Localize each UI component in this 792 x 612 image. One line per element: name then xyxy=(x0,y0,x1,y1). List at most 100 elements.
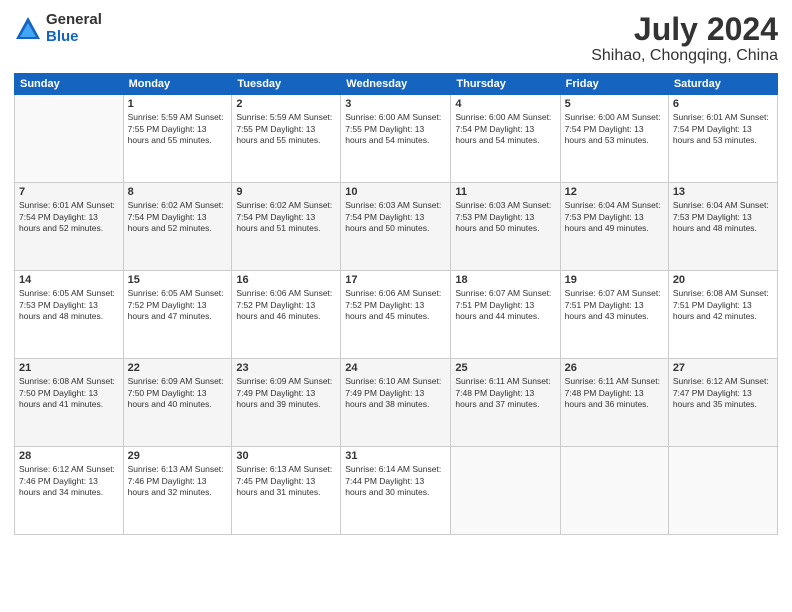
col-saturday: Saturday xyxy=(668,74,777,95)
calendar-cell: 3 Sunrise: 6:00 AM Sunset: 7:55 PM Daylig… xyxy=(341,95,451,183)
col-tuesday: Tuesday xyxy=(232,74,341,95)
day-info: Sunrise: 6:07 AM Sunset: 7:51 PM Dayligh… xyxy=(455,288,555,322)
month-year-title: July 2024 xyxy=(591,12,778,47)
day-number: 31 xyxy=(345,450,446,462)
day-number: 16 xyxy=(236,274,336,286)
day-info: Sunrise: 6:11 AM Sunset: 7:48 PM Dayligh… xyxy=(565,376,664,410)
day-info: Sunrise: 5:59 AM Sunset: 7:55 PM Dayligh… xyxy=(236,112,336,146)
calendar-cell xyxy=(668,447,777,535)
calendar-week-row: 21 Sunrise: 6:08 AM Sunset: 7:50 PM Dayli… xyxy=(15,359,778,447)
calendar-cell xyxy=(15,95,124,183)
day-info: Sunrise: 6:00 AM Sunset: 7:54 PM Dayligh… xyxy=(455,112,555,146)
calendar-cell: 24Sunrise: 6:10 AM Sunset: 7:49 PM Dayli… xyxy=(341,359,451,447)
day-number: 10 xyxy=(345,186,446,198)
page: General Blue July 2024 Shihao, Chongqing… xyxy=(0,0,792,612)
day-info: Sunrise: 6:08 AM Sunset: 7:50 PM Dayligh… xyxy=(19,376,119,410)
day-number: 26 xyxy=(565,362,664,374)
day-info: Sunrise: 5:59 AM Sunset: 7:55 PM Dayligh… xyxy=(128,112,228,146)
day-info: Sunrise: 6:12 AM Sunset: 7:47 PM Dayligh… xyxy=(673,376,773,410)
day-info: Sunrise: 6:11 AM Sunset: 7:48 PM Dayligh… xyxy=(455,376,555,410)
day-number: 12 xyxy=(565,186,664,198)
day-info: Sunrise: 6:09 AM Sunset: 7:50 PM Dayligh… xyxy=(128,376,228,410)
day-number: 17 xyxy=(345,274,446,286)
calendar-cell: 9 Sunrise: 6:02 AM Sunset: 7:54 PM Daylig… xyxy=(232,183,341,271)
day-info: Sunrise: 6:06 AM Sunset: 7:52 PM Dayligh… xyxy=(236,288,336,322)
calendar-cell: 6Sunrise: 6:01 AM Sunset: 7:54 PM Daylig… xyxy=(668,95,777,183)
calendar-cell: 27 Sunrise: 6:12 AM Sunset: 7:47 PM Dayli… xyxy=(668,359,777,447)
day-info: Sunrise: 6:07 AM Sunset: 7:51 PM Dayligh… xyxy=(565,288,664,322)
day-info: Sunrise: 6:05 AM Sunset: 7:52 PM Dayligh… xyxy=(128,288,228,322)
day-number: 9 xyxy=(236,186,336,198)
day-info: Sunrise: 6:00 AM Sunset: 7:55 PM Dayligh… xyxy=(345,112,446,146)
logo-text: General Blue xyxy=(46,12,102,45)
day-number: 25 xyxy=(455,362,555,374)
calendar-cell: 30 Sunrise: 6:13 AM Sunset: 7:45 PM Dayli… xyxy=(232,447,341,535)
calendar-cell: 12 Sunrise: 6:04 AM Sunset: 7:53 PM Dayli… xyxy=(560,183,668,271)
day-number: 21 xyxy=(19,362,119,374)
day-info: Sunrise: 6:01 AM Sunset: 7:54 PM Dayligh… xyxy=(19,200,119,234)
day-info: Sunrise: 6:05 AM Sunset: 7:53 PM Dayligh… xyxy=(19,288,119,322)
calendar-cell: 17 Sunrise: 6:06 AM Sunset: 7:52 PM Dayli… xyxy=(341,271,451,359)
day-info: Sunrise: 6:04 AM Sunset: 7:53 PM Dayligh… xyxy=(565,200,664,234)
calendar-cell xyxy=(451,447,560,535)
calendar-cell: 1 Sunrise: 5:59 AM Sunset: 7:55 PM Daylig… xyxy=(123,95,232,183)
day-info: Sunrise: 6:13 AM Sunset: 7:46 PM Dayligh… xyxy=(128,464,228,498)
calendar-cell: 19 Sunrise: 6:07 AM Sunset: 7:51 PM Dayli… xyxy=(560,271,668,359)
day-number: 19 xyxy=(565,274,664,286)
day-info: Sunrise: 6:03 AM Sunset: 7:54 PM Dayligh… xyxy=(345,200,446,234)
day-number: 28 xyxy=(19,450,119,462)
day-number: 13 xyxy=(673,186,773,198)
calendar-cell: 14 Sunrise: 6:05 AM Sunset: 7:53 PM Dayli… xyxy=(15,271,124,359)
calendar-cell: 8Sunrise: 6:02 AM Sunset: 7:54 PM Daylig… xyxy=(123,183,232,271)
calendar-cell: 21 Sunrise: 6:08 AM Sunset: 7:50 PM Dayli… xyxy=(15,359,124,447)
calendar-cell: 20 Sunrise: 6:08 AM Sunset: 7:51 PM Dayli… xyxy=(668,271,777,359)
calendar-cell: 25 Sunrise: 6:11 AM Sunset: 7:48 PM Dayli… xyxy=(451,359,560,447)
calendar-cell: 13 Sunrise: 6:04 AM Sunset: 7:53 PM Dayli… xyxy=(668,183,777,271)
logo-icon xyxy=(14,15,42,43)
day-number: 11 xyxy=(455,186,555,198)
day-number: 22 xyxy=(128,362,228,374)
day-info: Sunrise: 6:04 AM Sunset: 7:53 PM Dayligh… xyxy=(673,200,773,234)
calendar-cell: 4Sunrise: 6:00 AM Sunset: 7:54 PM Daylig… xyxy=(451,95,560,183)
day-info: Sunrise: 6:00 AM Sunset: 7:54 PM Dayligh… xyxy=(565,112,664,146)
day-info: Sunrise: 6:13 AM Sunset: 7:45 PM Dayligh… xyxy=(236,464,336,498)
calendar-week-row: 28Sunrise: 6:12 AM Sunset: 7:46 PM Dayli… xyxy=(15,447,778,535)
logo-general-label: General xyxy=(46,12,102,29)
calendar-cell: 28Sunrise: 6:12 AM Sunset: 7:46 PM Dayli… xyxy=(15,447,124,535)
calendar-cell: 22 Sunrise: 6:09 AM Sunset: 7:50 PM Dayli… xyxy=(123,359,232,447)
day-info: Sunrise: 6:02 AM Sunset: 7:54 PM Dayligh… xyxy=(236,200,336,234)
day-info: Sunrise: 6:03 AM Sunset: 7:53 PM Dayligh… xyxy=(455,200,555,234)
day-number: 23 xyxy=(236,362,336,374)
day-number: 5 xyxy=(565,98,664,110)
calendar-cell: 2Sunrise: 5:59 AM Sunset: 7:55 PM Daylig… xyxy=(232,95,341,183)
calendar-cell: 29 Sunrise: 6:13 AM Sunset: 7:46 PM Dayli… xyxy=(123,447,232,535)
calendar-cell: 7Sunrise: 6:01 AM Sunset: 7:54 PM Daylig… xyxy=(15,183,124,271)
calendar-body: 1 Sunrise: 5:59 AM Sunset: 7:55 PM Daylig… xyxy=(15,95,778,535)
day-number: 1 xyxy=(128,98,228,110)
day-number: 15 xyxy=(128,274,228,286)
day-number: 18 xyxy=(455,274,555,286)
title-block: July 2024 Shihao, Chongqing, China xyxy=(591,12,778,65)
col-monday: Monday xyxy=(123,74,232,95)
calendar-header-row: Sunday Monday Tuesday Wednesday Thursday… xyxy=(15,74,778,95)
location-subtitle: Shihao, Chongqing, China xyxy=(591,47,778,65)
day-number: 29 xyxy=(128,450,228,462)
day-info: Sunrise: 6:14 AM Sunset: 7:44 PM Dayligh… xyxy=(345,464,446,498)
day-info: Sunrise: 6:08 AM Sunset: 7:51 PM Dayligh… xyxy=(673,288,773,322)
logo: General Blue xyxy=(14,12,102,45)
calendar-cell: 31 Sunrise: 6:14 AM Sunset: 7:44 PM Dayli… xyxy=(341,447,451,535)
day-number: 8 xyxy=(128,186,228,198)
day-number: 14 xyxy=(19,274,119,286)
calendar-cell: 18 Sunrise: 6:07 AM Sunset: 7:51 PM Dayli… xyxy=(451,271,560,359)
day-number: 30 xyxy=(236,450,336,462)
col-wednesday: Wednesday xyxy=(341,74,451,95)
calendar-cell: 10 Sunrise: 6:03 AM Sunset: 7:54 PM Dayli… xyxy=(341,183,451,271)
day-info: Sunrise: 6:06 AM Sunset: 7:52 PM Dayligh… xyxy=(345,288,446,322)
calendar-cell: 26 Sunrise: 6:11 AM Sunset: 7:48 PM Dayli… xyxy=(560,359,668,447)
day-number: 20 xyxy=(673,274,773,286)
calendar-cell: 23Sunrise: 6:09 AM Sunset: 7:49 PM Dayli… xyxy=(232,359,341,447)
day-number: 3 xyxy=(345,98,446,110)
calendar-cell xyxy=(560,447,668,535)
calendar-week-row: 7Sunrise: 6:01 AM Sunset: 7:54 PM Daylig… xyxy=(15,183,778,271)
day-number: 27 xyxy=(673,362,773,374)
